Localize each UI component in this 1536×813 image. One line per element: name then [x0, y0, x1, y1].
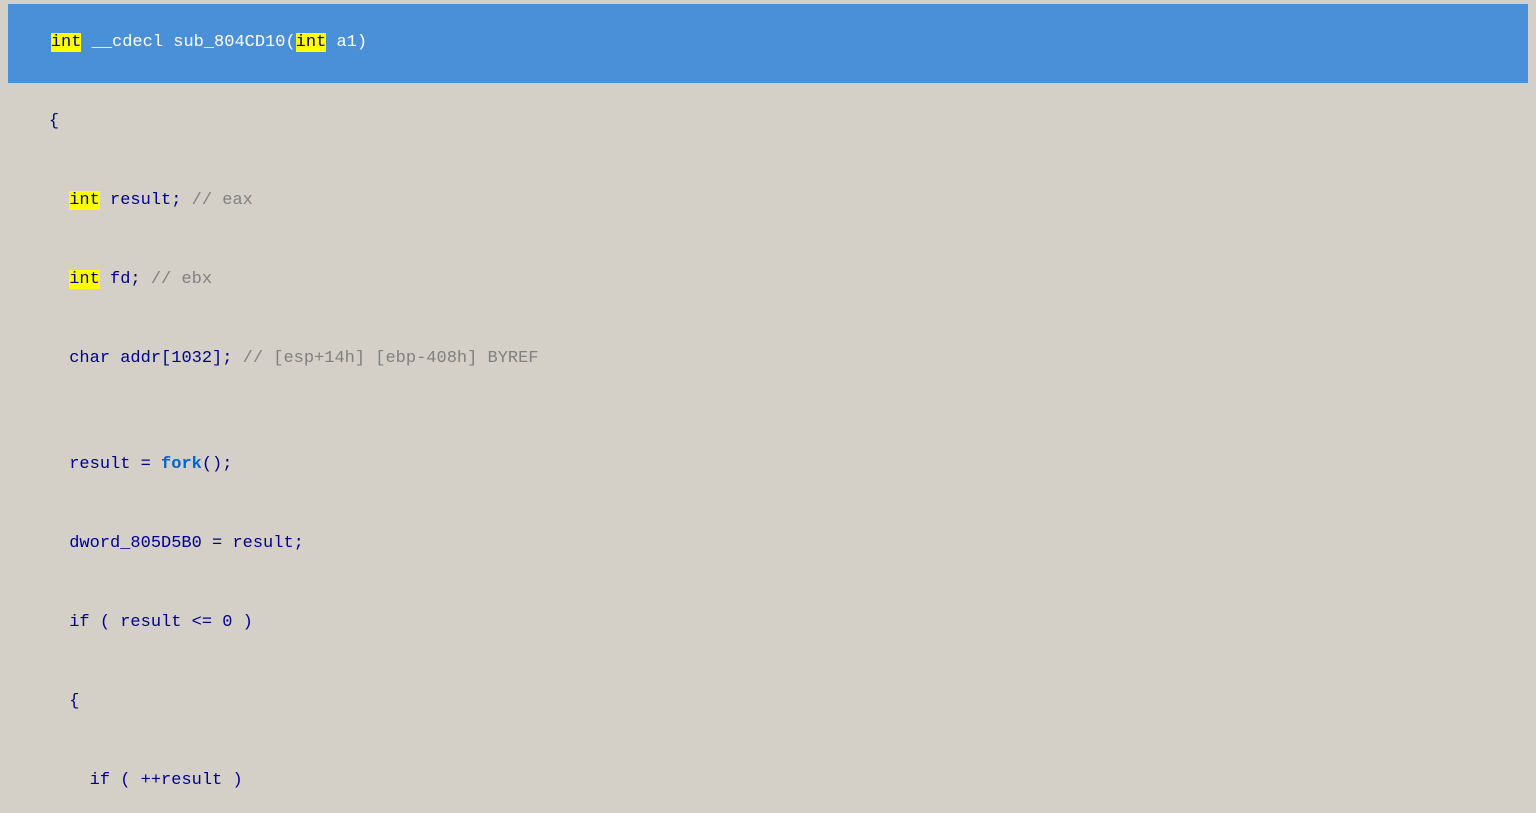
code-text: fd;	[100, 270, 151, 289]
func-fork: fork	[161, 455, 202, 474]
code-text: result;	[100, 191, 192, 210]
kw-char: char	[69, 349, 110, 368]
code-line-5: char addr[1032]; // [esp+14h] [ebp-408h]…	[8, 320, 1528, 399]
comment-addr: // [esp+14h] [ebp-408h] BYREF	[243, 349, 539, 368]
code-line-11: if ( ++result )	[8, 742, 1528, 813]
code-text: a1)	[326, 33, 367, 52]
var-result4: result	[161, 771, 222, 790]
code-text: <= 0 )	[181, 613, 252, 632]
var-result: result	[69, 455, 130, 474]
code-text: addr[1032];	[110, 349, 243, 368]
var-result3: result	[120, 613, 181, 632]
code-line-4: int fd; // ebx	[8, 241, 1528, 320]
comment-ebx: // ebx	[151, 270, 212, 289]
brace-open: {	[49, 112, 59, 131]
kw-int-result: int	[69, 191, 100, 210]
keyword-int-2: int	[296, 33, 327, 52]
code-line-3: int result; // eax	[8, 162, 1528, 241]
code-text: )	[222, 771, 242, 790]
code-text: __cdecl sub_804CD10(	[81, 33, 295, 52]
indent	[49, 613, 69, 632]
code-line-8: dword_805D5B0 = result;	[8, 505, 1528, 584]
code-line-6	[8, 399, 1528, 425]
kw-if2: if	[90, 771, 110, 790]
indent	[49, 455, 69, 474]
var-result2: result	[232, 534, 293, 553]
brace: {	[69, 692, 79, 711]
code-line-7: result = fork();	[8, 426, 1528, 505]
code-viewer: int __cdecl sub_804CD10(int a1) { int re…	[0, 0, 1536, 813]
indent	[49, 349, 69, 368]
indent	[49, 534, 69, 553]
code-text: =	[130, 455, 161, 474]
keyword-int-1: int	[51, 33, 82, 52]
code-text: (	[90, 613, 121, 632]
var-dword: dword_805D5B0	[69, 534, 202, 553]
code-line-1[interactable]: int __cdecl sub_804CD10(int a1)	[8, 4, 1528, 83]
code-line-9: if ( result <= 0 )	[8, 584, 1528, 663]
indent	[49, 191, 69, 210]
indent	[49, 270, 69, 289]
indent	[49, 771, 90, 790]
indent	[49, 692, 69, 711]
code-line-2: {	[8, 83, 1528, 162]
code-text: ;	[294, 534, 304, 553]
code-text: =	[202, 534, 233, 553]
code-text: ();	[202, 455, 233, 474]
kw-if: if	[69, 613, 89, 632]
code-line-10: {	[8, 663, 1528, 742]
kw-int-fd: int	[69, 270, 100, 289]
code-text: ( ++	[110, 771, 161, 790]
comment-eax: // eax	[192, 191, 253, 210]
